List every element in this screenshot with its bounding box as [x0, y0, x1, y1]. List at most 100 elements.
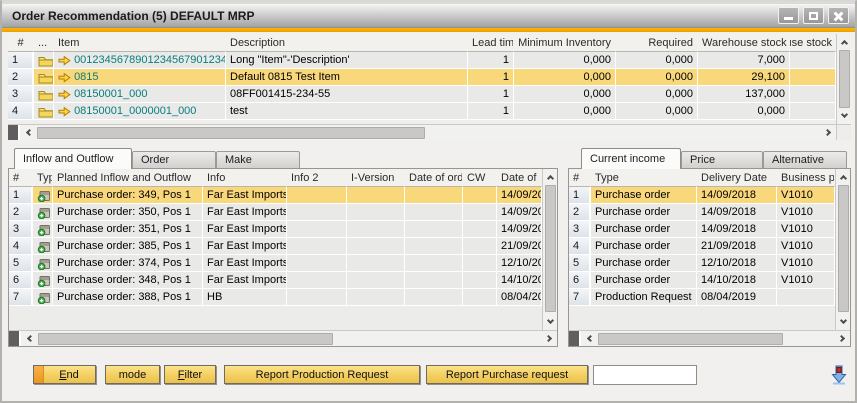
item-row-selected[interactable]: 2 0815 Default 0815 Test Item 1 0,000 0,… [8, 69, 836, 86]
planned-document[interactable]: Purchase order: 385, Pos 1 [53, 238, 203, 255]
maximize-button[interactable] [803, 7, 824, 24]
end-button[interactable]: End [33, 365, 96, 384]
tab-make[interactable]: Make [216, 151, 300, 169]
inflow-row[interactable]: 7 Purchase order: 388, Pos 1 HB 08/04/20… [9, 289, 542, 306]
link-arrow-icon[interactable] [58, 72, 71, 83]
planned-document[interactable]: Purchase order: 349, Pos 1 [53, 187, 203, 204]
folder-icon[interactable] [34, 69, 54, 86]
link-arrow-icon[interactable] [58, 106, 71, 117]
planned-document[interactable]: Purchase order: 351, Pos 1 [53, 221, 203, 238]
col-type: Type [33, 169, 53, 187]
planned-document[interactable]: Purchase order: 348, Pos 1 [53, 272, 203, 289]
inflow-row[interactable]: 4 Purchase order: 385, Pos 1 Far East Im… [9, 238, 542, 255]
lead-time: 1 [468, 103, 514, 120]
window-title: Order Recommendation (5) DEFAULT MRP [2, 9, 254, 23]
purchase-order-icon[interactable] [33, 289, 53, 306]
scroll-up-icon[interactable] [835, 169, 851, 185]
doc-type: Purchase order [591, 187, 697, 204]
purchase-order-icon[interactable] [33, 204, 53, 221]
item-row[interactable]: 1 0012345678901234567901234567901 Long "… [8, 52, 836, 69]
scroll-up-icon[interactable] [542, 169, 558, 185]
title-bar[interactable]: Order Recommendation (5) DEFAULT MRP [2, 4, 855, 28]
report-production-request-button[interactable]: Report Production Request [224, 365, 420, 384]
items-vertical-scrollbar[interactable] [836, 34, 851, 124]
income-horizontal-scrollbar[interactable] [569, 330, 850, 346]
scroll-right-icon[interactable] [820, 125, 836, 141]
scroll-left-icon[interactable] [20, 125, 36, 141]
income-row[interactable]: 5 Purchase order 12/10/2018 V1010 [569, 255, 835, 272]
scroll-thumb[interactable] [839, 50, 850, 108]
mode-button[interactable]: mode [105, 365, 160, 384]
scroll-down-icon[interactable] [835, 314, 851, 330]
scroll-thumb[interactable] [545, 185, 556, 312]
delivery-date: 12/10/2018 [697, 255, 777, 272]
filter-button[interactable]: Filter [164, 365, 216, 384]
income-row[interactable]: 7 Production Request 08/04/2019 [569, 289, 835, 306]
inflow-row-selected[interactable]: 1 Purchase order: 349, Pos 1 Far East Im… [9, 187, 542, 204]
split-handle[interactable] [9, 331, 21, 346]
item-link[interactable]: 0012345678901234567901234567901 [74, 54, 226, 66]
link-arrow-icon[interactable] [58, 55, 71, 66]
inflow-horizontal-scrollbar[interactable] [9, 330, 557, 346]
income-row[interactable]: 6 Purchase order 14/10/2018 V1010 [569, 272, 835, 289]
inflow-vertical-scrollbar[interactable] [542, 169, 557, 330]
item-row[interactable]: 4 08150001_0000001_000 test 1 0,000 0,00… [8, 103, 836, 120]
delivery-date: 14/09/2018 [697, 204, 777, 221]
inflow-row[interactable]: 6 Purchase order: 348, Pos 1 Far East Im… [9, 272, 542, 289]
inflow-row[interactable]: 2 Purchase order: 350, Pos 1 Far East Im… [9, 204, 542, 221]
inflow-row[interactable]: 5 Purchase order: 374, Pos 1 Far East Im… [9, 255, 542, 272]
tab-alternative[interactable]: Alternative [763, 151, 847, 169]
planned-document[interactable]: Purchase order: 374, Pos 1 [53, 255, 203, 272]
purchase-order-icon[interactable] [33, 238, 53, 255]
scroll-up-icon[interactable] [836, 34, 852, 50]
col-num: # [569, 169, 591, 187]
doc-type: Purchase order [591, 272, 697, 289]
scroll-right-icon[interactable] [541, 331, 557, 347]
scroll-thumb[interactable] [598, 333, 783, 345]
info: Far East Imports [203, 221, 287, 238]
warehouse-stock: 0,000 [698, 103, 790, 120]
scroll-left-icon[interactable] [21, 331, 37, 347]
planned-document[interactable]: Purchase order: 350, Pos 1 [53, 204, 203, 221]
business-partner: V1010 [777, 221, 835, 238]
purchase-order-icon[interactable] [33, 221, 53, 238]
tab-current-income[interactable]: Current income [581, 148, 681, 169]
scroll-down-icon[interactable] [836, 108, 852, 124]
minimize-button[interactable] [778, 7, 799, 24]
link-arrow-icon[interactable] [58, 89, 71, 100]
scroll-thumb[interactable] [838, 185, 849, 312]
income-row[interactable]: 3 Purchase order 14/09/2018 V1010 [569, 221, 835, 238]
income-row[interactable]: 2 Purchase order 14/09/2018 V1010 [569, 204, 835, 221]
folder-icon[interactable] [34, 86, 54, 103]
inflow-row[interactable]: 3 Purchase order: 351, Pos 1 Far East Im… [9, 221, 542, 238]
item-link[interactable]: 08150001_000 [74, 88, 147, 100]
close-button[interactable] [828, 7, 849, 24]
split-handle[interactable] [8, 125, 20, 140]
items-horizontal-scrollbar[interactable] [8, 124, 836, 140]
tab-inflow-and-outflow[interactable]: Inflow and Outflow [14, 148, 132, 169]
income-row[interactable]: 4 Purchase order 21/09/2018 V1010 [569, 238, 835, 255]
purchase-order-icon[interactable] [33, 255, 53, 272]
report-purchase-request-button[interactable]: Report Purchase request [426, 365, 588, 384]
scroll-down-icon[interactable] [542, 314, 558, 330]
item-link[interactable]: 0815 [74, 71, 98, 83]
scroll-right-icon[interactable] [834, 331, 850, 347]
purchase-order-icon[interactable] [33, 187, 53, 204]
item-row[interactable]: 3 08150001_000 08FF001415-234-55 1 0,000… [8, 86, 836, 103]
planned-document[interactable]: Purchase order: 388, Pos 1 [53, 289, 203, 306]
drilldown-arrow-icon[interactable] [831, 365, 847, 385]
income-row-selected[interactable]: 1 Purchase order 14/09/2018 V1010 [569, 187, 835, 204]
split-handle[interactable] [569, 331, 581, 346]
inflow-outflow-table: # Type Planned Inflow and Outflow Info I… [9, 169, 542, 306]
purchase-order-icon[interactable] [33, 272, 53, 289]
footer-input[interactable] [593, 365, 697, 385]
scroll-left-icon[interactable] [581, 331, 597, 347]
scroll-thumb[interactable] [38, 333, 333, 345]
tab-price[interactable]: Price [681, 151, 763, 169]
folder-icon[interactable] [34, 52, 54, 69]
income-vertical-scrollbar[interactable] [835, 169, 850, 330]
item-link[interactable]: 08150001_0000001_000 [74, 105, 196, 117]
tab-order[interactable]: Order [132, 151, 216, 169]
folder-icon[interactable] [34, 103, 54, 120]
scroll-thumb[interactable] [37, 127, 425, 139]
